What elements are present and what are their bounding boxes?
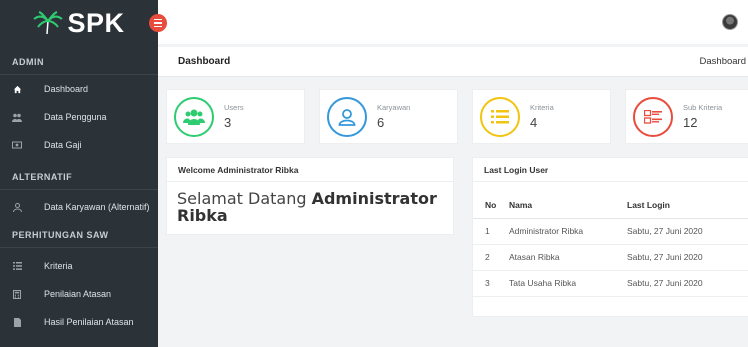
sidebar-item-label: Dashboard [44, 84, 89, 94]
page-header: Dashboard Dashboard [158, 47, 748, 77]
sidebar-item-label: Hasil Penilaian Atasan [44, 317, 134, 327]
user-icon [11, 202, 23, 212]
sidebar-item-label: Penilaian Atasan [44, 289, 112, 299]
welcome-panel-heading: Welcome Administrator Ribka [167, 158, 453, 182]
brand-name: SPK [67, 7, 125, 38]
page-title: Dashboard [178, 56, 231, 67]
table-row: 3 Tata Usaha Ribka Sabtu, 27 Juni 2020 [473, 270, 748, 297]
sidebar-section-perhitungan: PERHITUNGAN SAW [12, 230, 109, 240]
breadcrumb[interactable]: Dashboard [700, 56, 746, 67]
users-stat-icon-circle [174, 97, 214, 137]
list-icon [491, 110, 509, 124]
sidebar-item-data-karyawan[interactable]: Data Karyawan (Alternatif) [0, 193, 158, 221]
cell-nama: Administrator Ribka [509, 218, 627, 245]
sidebar-item-data-gaji[interactable]: Data Gaji [0, 131, 158, 159]
last-login-panel: Last Login User No Nama Last Login 1 Adm… [472, 157, 748, 317]
menu-icon-bar [154, 22, 162, 24]
sidebar-item-dashboard[interactable]: Dashboard [0, 75, 158, 103]
cell-last-login: Sabtu, 27 Juni 2020 [627, 244, 748, 271]
last-login-table: No Nama Last Login 1 Administrator Ribka… [473, 192, 748, 297]
karyawan-stat-icon-circle [327, 97, 367, 137]
users-icon [11, 113, 23, 122]
table-row: 2 Atasan Ribka Sabtu, 27 Juni 2020 [473, 244, 748, 271]
stat-card-karyawan[interactable]: Karyawan 6 [319, 89, 458, 144]
column-header-no: No [473, 192, 509, 219]
stat-card-kriteria[interactable]: Kriteria 4 [472, 89, 611, 144]
stat-value: 6 [377, 115, 385, 130]
top-navbar [149, 0, 748, 44]
sidebar-toggle-button[interactable] [149, 14, 167, 32]
sidebar-item-kriteria[interactable]: Kriteria [0, 252, 158, 280]
column-header-last-login: Last Login [627, 192, 748, 219]
sidebar-item-label: Data Gaji [44, 140, 82, 150]
sidebar-section-alternatif: ALTERNATIF [12, 172, 73, 182]
column-header-nama: Nama [509, 192, 627, 219]
sidebar-item-penilaian-atasan[interactable]: Penilaian Atasan [0, 280, 158, 308]
cell-no: 1 [473, 218, 509, 245]
sidebar-item-label: Data Pengguna [44, 112, 107, 122]
cell-no: 3 [473, 270, 509, 297]
menu-icon-bar [154, 25, 162, 28]
menu-icon [154, 18, 162, 21]
stat-card-sub-kriteria[interactable]: Sub Kriteria 12 [625, 89, 748, 144]
sidebar-item-label: Data Karyawan (Alternatif) [44, 202, 150, 212]
sidebar-section-admin: ADMIN [12, 57, 44, 67]
welcome-panel: Welcome Administrator Ribka Selamat Data… [166, 157, 454, 235]
user-avatar[interactable] [722, 14, 738, 30]
calculator-icon [11, 289, 23, 299]
home-icon [11, 85, 23, 94]
brand-logo[interactable]: SPK [0, 0, 158, 46]
kriteria-stat-icon-circle [480, 97, 520, 137]
sublist-icon [644, 110, 662, 124]
money-icon [11, 141, 23, 149]
cell-nama: Atasan Ribka [509, 244, 627, 271]
list-icon [11, 262, 23, 270]
sidebar-item-hasil-penilaian[interactable]: Hasil Penilaian Atasan [0, 308, 158, 336]
last-login-heading: Last Login User [473, 158, 748, 182]
palm-tree-icon [33, 11, 64, 35]
cell-last-login: Sabtu, 27 Juni 2020 [627, 270, 748, 297]
stat-value: 12 [683, 115, 698, 130]
cell-last-login: Sabtu, 27 Juni 2020 [627, 218, 748, 245]
cell-no: 2 [473, 244, 509, 271]
stat-label: Users [224, 103, 244, 112]
cell-nama: Tata Usaha Ribka [509, 270, 627, 297]
sidebar-item-data-pengguna[interactable]: Data Pengguna [0, 103, 158, 131]
stat-card-users[interactable]: Users 3 [166, 89, 305, 144]
users-icon [183, 109, 205, 125]
welcome-message: Selamat Datang Administrator Ribka [167, 182, 453, 232]
user-icon [338, 109, 356, 126]
sidebar-item-label: Kriteria [44, 261, 73, 271]
stat-label: Kriteria [530, 103, 554, 112]
stat-value: 4 [530, 115, 538, 130]
stat-value: 3 [224, 115, 232, 130]
table-header-row: No Nama Last Login [473, 192, 748, 219]
sub-kriteria-stat-icon-circle [633, 97, 673, 137]
sidebar: SPK ADMIN Dashboard Data Pengguna Data G… [0, 0, 158, 347]
stat-label: Karyawan [377, 103, 411, 112]
file-icon [11, 317, 23, 327]
stat-label: Sub Kriteria [683, 103, 723, 112]
table-row: 1 Administrator Ribka Sabtu, 27 Juni 202… [473, 218, 748, 245]
